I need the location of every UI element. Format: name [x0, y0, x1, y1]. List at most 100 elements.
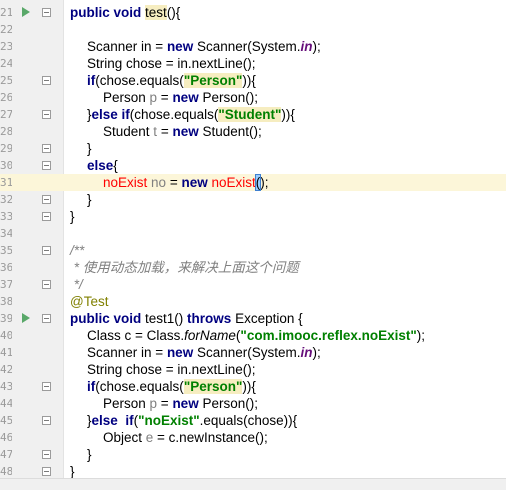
code-line[interactable]: 24 String chose = in.nextLine();	[0, 55, 506, 72]
code-token: }	[70, 209, 75, 224]
code-line[interactable]: 25 if(chose.equals("Person")){	[0, 72, 506, 89]
fold-icon[interactable]	[42, 195, 51, 204]
line-number: 33	[0, 210, 12, 223]
fold-icon[interactable]	[42, 144, 51, 153]
code-line[interactable]: 21 public void test(){	[0, 4, 506, 21]
code-token: =	[157, 90, 173, 105]
code-token: Person();	[198, 90, 258, 105]
code-token: "noExist"	[138, 413, 200, 428]
code-line[interactable]: 22	[0, 21, 506, 38]
code-text: }	[70, 208, 75, 225]
code-line[interactable]: 29}	[0, 140, 506, 157]
fold-icon[interactable]	[42, 280, 51, 289]
fold-icon[interactable]	[42, 76, 51, 85]
code-text: public void test(){	[70, 4, 180, 21]
code-token: )){	[242, 379, 256, 394]
fold-icon[interactable]	[42, 161, 51, 170]
code-line[interactable]: 36 * 使用动态加载，来解决上面这个问题	[0, 259, 506, 276]
code-token: Person	[103, 396, 150, 411]
line-number: 37	[0, 278, 12, 291]
code-line[interactable]: 35 /**	[0, 242, 506, 259]
line-number: 34	[0, 227, 12, 240]
code-line[interactable]: 40 Class c = Class.forName("com.imooc.ref…	[0, 327, 506, 344]
run-icon[interactable]	[22, 313, 30, 323]
partial-next-line: · · · · · · · · · · ·	[0, 478, 506, 490]
code-text: }else if("noExist".equals(chose)){	[87, 412, 297, 429]
code-token: void	[113, 311, 142, 326]
line-number: 28	[0, 125, 12, 138]
code-token: "Student"	[218, 107, 282, 122]
line-number: 26	[0, 91, 12, 104]
code-token: public	[70, 311, 110, 326]
line-number: 27	[0, 108, 12, 121]
code-line[interactable]: 27}else if(chose.equals("Student")){	[0, 106, 506, 123]
line-number: 32	[0, 193, 12, 206]
code-token: Exception {	[231, 311, 303, 326]
code-token: @Test	[70, 294, 109, 309]
code-line[interactable]: 41 Scanner in = new Scanner(System.in);	[0, 344, 506, 361]
code-token: Student();	[198, 124, 262, 139]
line-number: 23	[0, 40, 12, 53]
fold-icon[interactable]	[42, 450, 51, 459]
code-token: Person	[103, 90, 150, 105]
code-token: new	[166, 39, 194, 54]
code-token: Class c = Class.	[87, 328, 185, 343]
code-token: Person();	[198, 396, 258, 411]
code-line[interactable]: 43 if(chose.equals("Person")){	[0, 378, 506, 395]
code-token: (chose.equals(	[129, 107, 219, 122]
code-line-current[interactable]: 31 noExist no = new noExist();	[0, 174, 506, 191]
fold-icon[interactable]	[42, 382, 51, 391]
code-text: }	[87, 140, 92, 157]
code-line[interactable]: 42 String chose = in.nextLine();	[0, 361, 506, 378]
code-line[interactable]: 38 @Test	[0, 293, 506, 310]
code-token: if	[87, 73, 96, 88]
code-token: Scanner in =	[87, 39, 167, 54]
code-token: new	[172, 90, 199, 105]
code-token: "Person"	[183, 379, 243, 394]
code-line[interactable]: 33}	[0, 208, 506, 225]
code-line[interactable]: 30 else{	[0, 157, 506, 174]
code-line[interactable]: 26 Person p = new Person();	[0, 89, 506, 106]
code-token: );	[312, 39, 321, 54]
line-number: 42	[0, 363, 12, 376]
fold-icon[interactable]	[42, 246, 51, 255]
code-text: String chose = in.nextLine();	[87, 361, 255, 378]
fold-icon[interactable]	[42, 8, 51, 17]
code-token: * 使用动态加载，来解决上面这个问题	[70, 260, 299, 275]
fold-icon[interactable]	[42, 314, 51, 323]
code-text: String chose = in.nextLine();	[87, 55, 255, 72]
code-line[interactable]: 39 public void test1() throws Exception {	[0, 310, 506, 327]
code-token: new	[172, 124, 199, 139]
code-line[interactable]: 23 Scanner in = new Scanner(System.in);	[0, 38, 506, 55]
code-token: test	[145, 5, 167, 20]
line-number: 29	[0, 142, 12, 155]
code-line[interactable]: 37 */	[0, 276, 506, 293]
code-token: "Person"	[183, 73, 243, 88]
code-text: Scanner in = new Scanner(System.in);	[87, 344, 321, 361]
code-token: if	[125, 413, 134, 428]
fold-icon[interactable]	[42, 416, 51, 425]
code-token: = c.newInstance();	[153, 430, 268, 445]
fold-icon[interactable]	[42, 467, 51, 476]
code-token: if	[87, 379, 96, 394]
code-token: )){	[281, 107, 295, 122]
code-line[interactable]: 47}	[0, 446, 506, 463]
code-line[interactable]: 46 Object e = c.newInstance();	[0, 429, 506, 446]
code-text: if(chose.equals("Person")){	[87, 378, 256, 395]
code-token: noExist	[103, 175, 148, 190]
code-token: else	[87, 158, 114, 173]
fold-icon[interactable]	[42, 110, 51, 119]
code-token: Student	[103, 124, 154, 139]
code-line[interactable]: 32}	[0, 191, 506, 208]
run-icon[interactable]	[22, 7, 30, 17]
fold-icon[interactable]	[42, 212, 51, 221]
code-line[interactable]: 44 Person p = new Person();	[0, 395, 506, 412]
code-token: in	[300, 345, 313, 360]
code-token: else if	[91, 107, 130, 122]
code-line[interactable]: 45}else if("noExist".equals(chose)){	[0, 412, 506, 429]
code-line[interactable]: 34	[0, 225, 506, 242]
code-token: p	[149, 90, 158, 105]
code-text: /**	[70, 242, 84, 259]
code-text: @Test	[70, 293, 108, 310]
code-line[interactable]: 28 Student t = new Student();	[0, 123, 506, 140]
